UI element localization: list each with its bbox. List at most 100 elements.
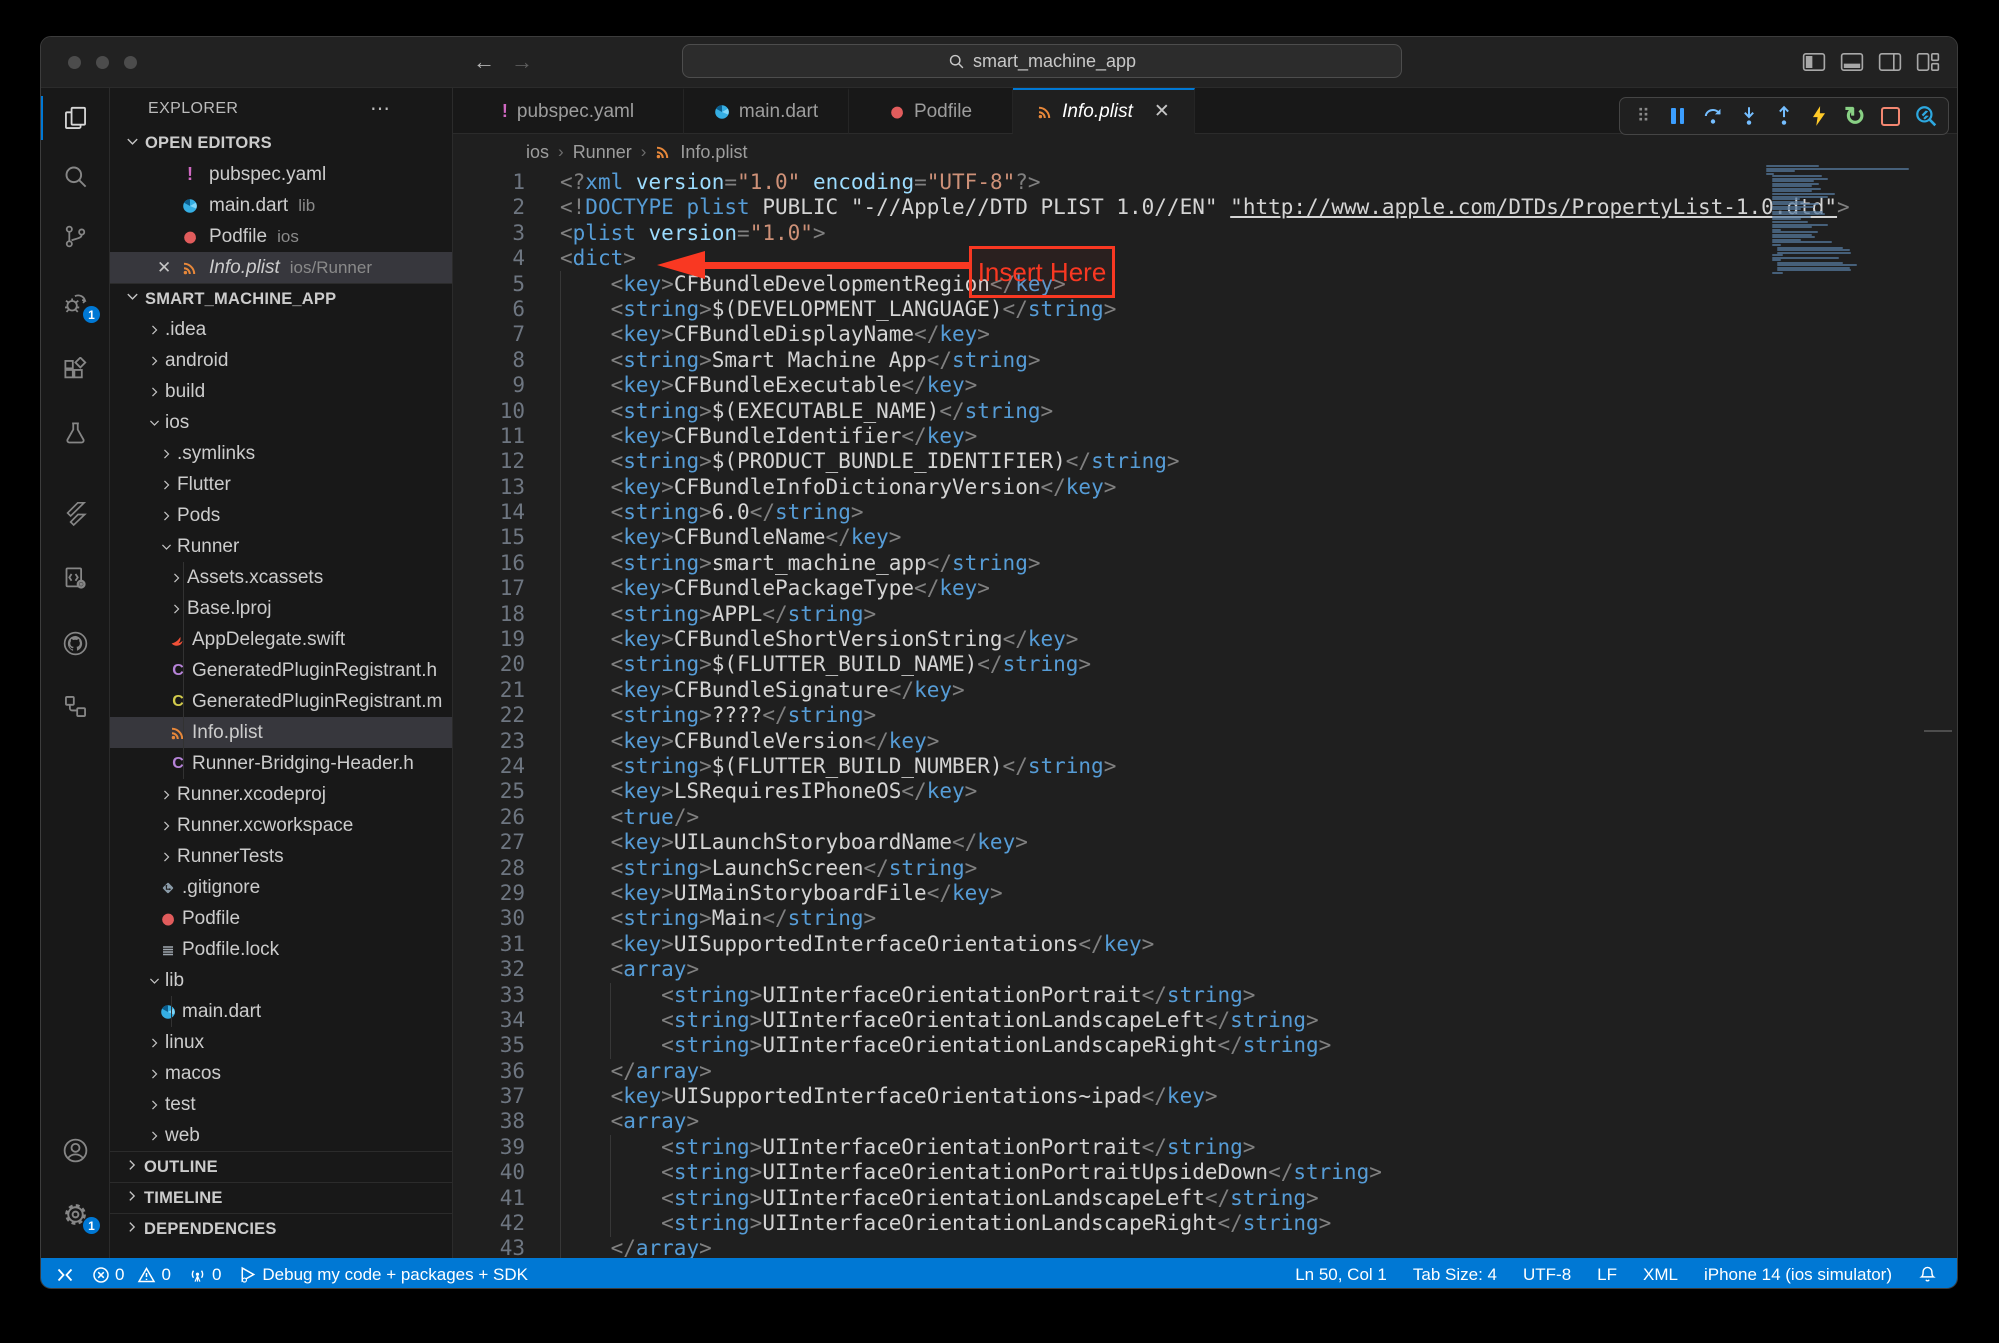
line-number[interactable]: 27 — [453, 830, 525, 855]
tree-folder-Runner[interactable]: Runner — [110, 531, 452, 562]
code-line-40[interactable]: 40 <string>UIInterfaceOrientationPortrai… — [453, 1160, 1957, 1185]
tree-folder-Flutter[interactable]: Flutter — [110, 469, 452, 500]
line-number[interactable]: 22 — [453, 703, 525, 728]
line-number[interactable]: 2 — [453, 195, 525, 220]
line-number[interactable]: 32 — [453, 957, 525, 982]
activity-run-debug-icon[interactable]: 1 — [41, 279, 109, 327]
code-line-27[interactable]: 27 <key>UILaunchStoryboardName</key> — [453, 830, 1957, 855]
code-line-19[interactable]: 19 <key>CFBundleShortVersionString</key> — [453, 627, 1957, 652]
close-window-button[interactable] — [68, 56, 81, 69]
line-number[interactable]: 6 — [453, 297, 525, 322]
line-number[interactable]: 18 — [453, 602, 525, 627]
code-line-8[interactable]: 8 <string>Smart Machine App</string> — [453, 348, 1957, 373]
close-editor-icon[interactable]: ✕ — [157, 259, 171, 276]
panel-header-outline[interactable]: OUTLINE — [110, 1151, 452, 1182]
code-line-31[interactable]: 31 <key>UISupportedInterfaceOrientations… — [453, 932, 1957, 957]
pause-button[interactable] — [1665, 103, 1691, 129]
tab-pubspec.yaml[interactable]: !pubspec.yaml — [453, 88, 684, 134]
code-line-28[interactable]: 28 <string>LaunchScreen</string> — [453, 856, 1957, 881]
open-editors-header[interactable]: OPEN EDITORS — [110, 128, 452, 159]
line-number[interactable]: 3 — [453, 221, 525, 246]
tree-file-.gitignore[interactable]: .gitignore — [110, 872, 452, 903]
panel-header-timeline[interactable]: TIMELINE — [110, 1182, 452, 1213]
project-root-header[interactable]: SMART_MACHINE_APP — [110, 283, 452, 314]
line-number[interactable]: 40 — [453, 1160, 525, 1185]
tree-file-Runner-Bridging-Header.h[interactable]: CRunner-Bridging-Header.h — [110, 748, 452, 779]
toggle-primary-sidebar-icon[interactable] — [1802, 51, 1826, 73]
line-number[interactable]: 15 — [453, 525, 525, 550]
activity-project-manager-icon[interactable] — [41, 682, 109, 730]
status-cursor-position[interactable]: Ln 50, Col 1 — [1295, 1265, 1387, 1285]
code-line-42[interactable]: 42 <string>UIInterfaceOrientationLandsca… — [453, 1211, 1957, 1236]
line-number[interactable]: 25 — [453, 779, 525, 804]
line-number[interactable]: 43 — [453, 1236, 525, 1258]
code-line-1[interactable]: 1<?xml version="1.0" encoding="UTF-8"?> — [453, 170, 1957, 195]
toolbar-drag-grip[interactable]: ⠿ — [1629, 103, 1655, 129]
breadcrumb-item[interactable]: ios — [526, 142, 549, 163]
line-number[interactable]: 17 — [453, 576, 525, 601]
code-line-24[interactable]: 24 <string>$(FLUTTER_BUILD_NUMBER)</stri… — [453, 754, 1957, 779]
step-into-button[interactable] — [1736, 103, 1762, 129]
line-number[interactable]: 38 — [453, 1109, 525, 1134]
toggle-panel-icon[interactable] — [1840, 51, 1864, 73]
settings-gear-icon[interactable]: 1 — [41, 1190, 109, 1238]
toggle-secondary-sidebar-icon[interactable] — [1878, 51, 1902, 73]
line-number[interactable]: 19 — [453, 627, 525, 652]
code-line-22[interactable]: 22 <string>????</string> — [453, 703, 1957, 728]
open-editor-Podfile[interactable]: Podfileios — [110, 221, 452, 252]
line-number[interactable]: 36 — [453, 1059, 525, 1084]
tree-file-GeneratedPluginRegistrant.h[interactable]: CGeneratedPluginRegistrant.h — [110, 655, 452, 686]
code-line-36[interactable]: 36 </array> — [453, 1059, 1957, 1084]
restart-button[interactable]: ↻ — [1842, 103, 1868, 129]
status-language-mode[interactable]: XML — [1643, 1265, 1678, 1285]
tree-file-GeneratedPluginRegistrant.m[interactable]: CGeneratedPluginRegistrant.m — [110, 686, 452, 717]
nav-forward-icon[interactable]: → — [511, 49, 533, 75]
activity-github-icon[interactable] — [41, 619, 109, 667]
minimize-window-button[interactable] — [96, 56, 109, 69]
tree-folder-macos[interactable]: macos — [110, 1058, 452, 1089]
breadcrumb-item[interactable]: Info.plist — [680, 142, 747, 163]
line-number[interactable]: 23 — [453, 729, 525, 754]
line-number[interactable]: 34 — [453, 1008, 525, 1033]
code-line-23[interactable]: 23 <key>CFBundleVersion</key> — [453, 729, 1957, 754]
tree-file-Podfile[interactable]: Podfile — [110, 903, 452, 934]
activity-flutter-icon[interactable] — [41, 489, 109, 537]
code-line-13[interactable]: 13 <key>CFBundleInfoDictionaryVersion</k… — [453, 475, 1957, 500]
remote-indicator-icon[interactable] — [55, 1266, 75, 1284]
tree-folder-test[interactable]: test — [110, 1089, 452, 1120]
widget-inspector-button[interactable] — [1913, 103, 1939, 129]
nav-back-icon[interactable]: ← — [473, 49, 495, 75]
code-line-16[interactable]: 16 <string>smart_machine_app</string> — [453, 551, 1957, 576]
activity-explorer-icon[interactable] — [41, 94, 109, 142]
code-line-9[interactable]: 9 <key>CFBundleExecutable</key> — [453, 373, 1957, 398]
line-number[interactable]: 33 — [453, 983, 525, 1008]
line-number[interactable]: 1 — [453, 170, 525, 195]
code-line-21[interactable]: 21 <key>CFBundleSignature</key> — [453, 678, 1957, 703]
code-line-33[interactable]: 33 <string>UIInterfaceOrientationPortrai… — [453, 983, 1957, 1008]
code-line-32[interactable]: 32 <array> — [453, 957, 1957, 982]
breadcrumb-item[interactable]: Runner — [573, 142, 632, 163]
stop-button[interactable] — [1877, 103, 1903, 129]
step-over-button[interactable] — [1700, 103, 1726, 129]
tree-folder-.idea[interactable]: .idea — [110, 314, 452, 345]
line-number[interactable]: 35 — [453, 1033, 525, 1058]
tree-file-Info.plist[interactable]: Info.plist — [110, 717, 452, 748]
tree-file-main.dart[interactable]: main.dart — [110, 996, 452, 1027]
line-number[interactable]: 5 — [453, 272, 525, 297]
line-number[interactable]: 10 — [453, 399, 525, 424]
activity-dart-devtools-icon[interactable] — [41, 554, 109, 602]
tree-folder-RunnerTests[interactable]: RunnerTests — [110, 841, 452, 872]
tab-main.dart[interactable]: main.dart — [684, 88, 849, 134]
code-line-38[interactable]: 38 <array> — [453, 1109, 1957, 1134]
code-line-7[interactable]: 7 <key>CFBundleDisplayName</key> — [453, 322, 1957, 347]
notifications-bell-icon[interactable] — [1918, 1265, 1937, 1284]
line-number[interactable]: 42 — [453, 1211, 525, 1236]
accounts-icon[interactable] — [41, 1126, 109, 1174]
code-line-34[interactable]: 34 <string>UIInterfaceOrientationLandsca… — [453, 1008, 1957, 1033]
code-line-2[interactable]: 2<!DOCTYPE plist PUBLIC "-//Apple//DTD P… — [453, 195, 1957, 220]
status-eol[interactable]: LF — [1597, 1265, 1617, 1285]
code-line-15[interactable]: 15 <key>CFBundleName</key> — [453, 525, 1957, 550]
activity-testing-icon[interactable] — [41, 409, 109, 457]
line-number[interactable]: 4 — [453, 246, 525, 271]
code-line-25[interactable]: 25 <key>LSRequiresIPhoneOS</key> — [453, 779, 1957, 804]
